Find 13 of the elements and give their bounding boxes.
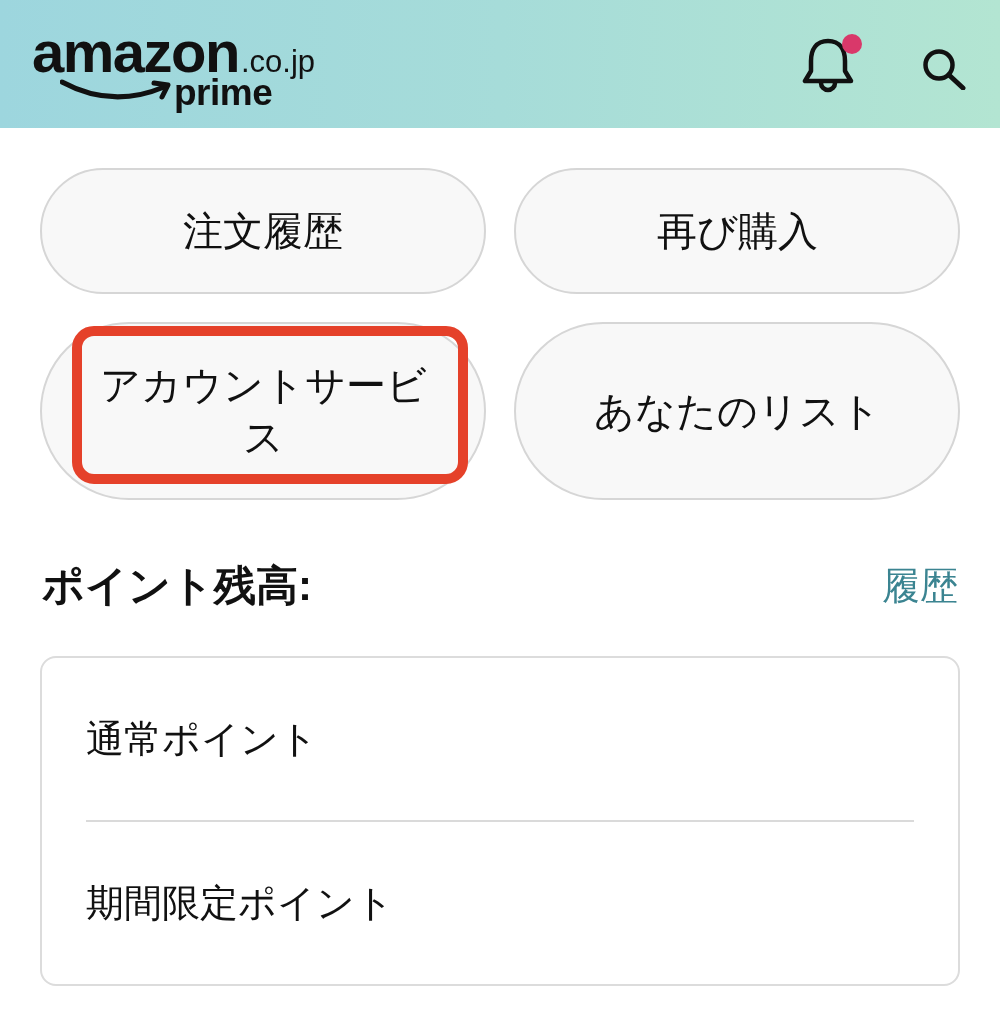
menu-pill-button[interactable]: 注文履歴 bbox=[40, 168, 486, 294]
point-type-label: 期間限定ポイント bbox=[86, 881, 394, 926]
history-link[interactable]: 履歴 bbox=[882, 562, 958, 610]
menu-pill-button[interactable]: アカウントサービス bbox=[40, 322, 486, 500]
menu-pill-button[interactable]: あなたのリスト bbox=[514, 322, 960, 500]
points-balance-heading: ポイント残高: bbox=[42, 561, 312, 611]
menu-pill-button[interactable]: 再び購入 bbox=[514, 168, 960, 294]
point-type-label: 通常ポイント bbox=[86, 717, 318, 762]
bell-icon[interactable] bbox=[802, 37, 854, 93]
smile-arrow-icon bbox=[60, 78, 172, 103]
logo-domain: .co.jp bbox=[240, 46, 316, 77]
logo-wordmark: amazon bbox=[32, 29, 239, 74]
search-icon[interactable] bbox=[922, 48, 966, 90]
